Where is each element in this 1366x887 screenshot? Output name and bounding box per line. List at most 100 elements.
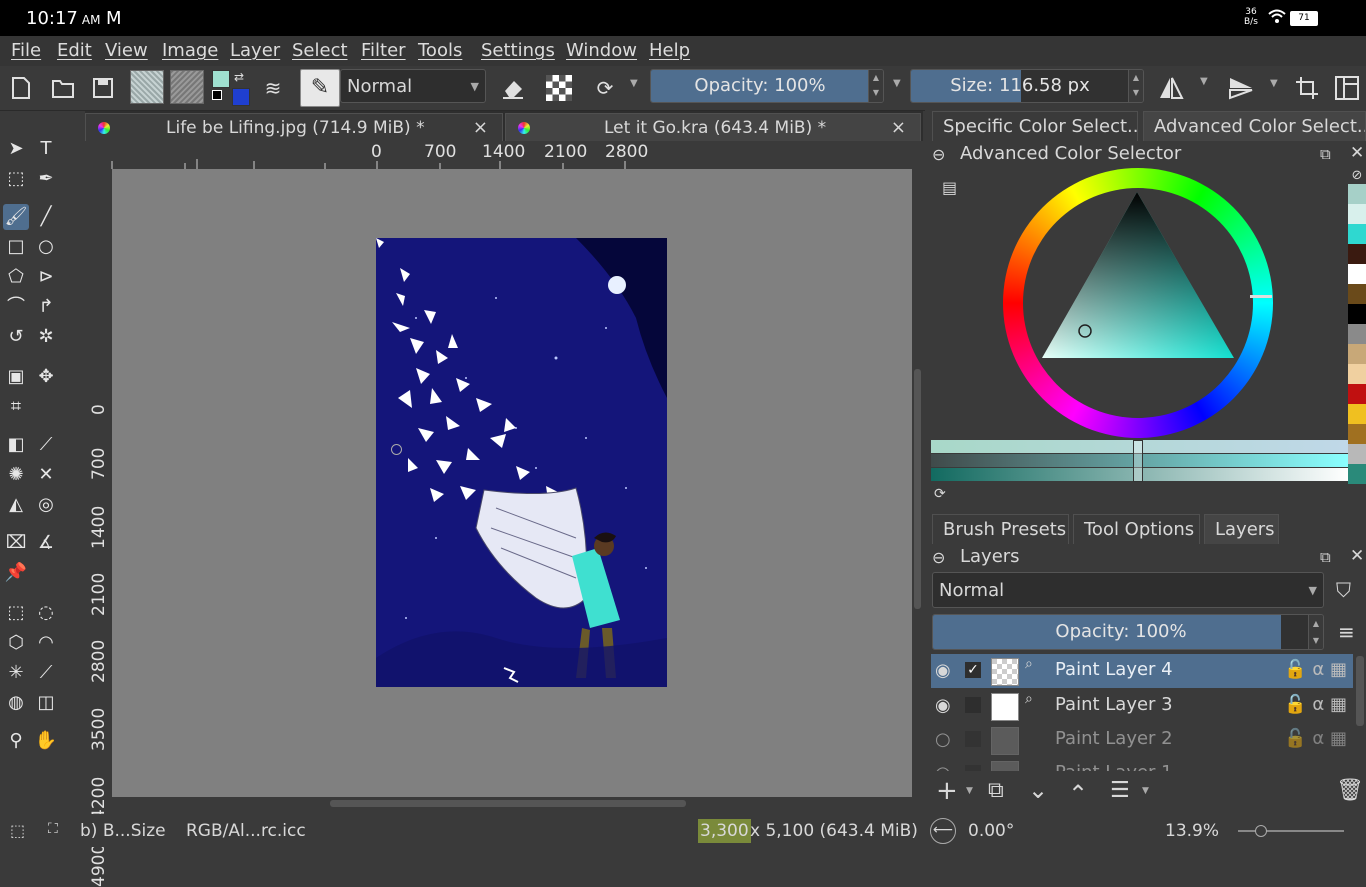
refresh-icon[interactable]: ⟳ xyxy=(934,486,946,502)
menu-file[interactable]: File xyxy=(11,40,41,61)
eraser-icon[interactable] xyxy=(498,73,528,103)
menu-image[interactable]: Image xyxy=(162,40,218,61)
layer-checkbox[interactable] xyxy=(965,697,981,713)
dynamic-brush-icon[interactable]: ↺ xyxy=(3,324,29,350)
ellipse-tool-icon[interactable]: ○ xyxy=(33,234,59,260)
layer-opacity-slider[interactable]: Opacity: 100% ▲ ▼ xyxy=(932,614,1324,650)
color-settings-icon[interactable]: ▤ xyxy=(942,178,957,197)
tab-layers[interactable]: Layers xyxy=(1204,514,1279,544)
polyline-tool-icon[interactable]: ⊳ xyxy=(33,264,59,290)
close-icon[interactable]: × xyxy=(473,114,488,142)
close-icon[interactable]: × xyxy=(891,114,906,142)
freehand-brush-icon[interactable]: 🖌 xyxy=(3,204,29,230)
bezier-select-icon[interactable]: ◍ xyxy=(3,690,29,716)
menu-filter[interactable]: Filter xyxy=(361,40,406,61)
colorize-mask-icon[interactable]: ✕ xyxy=(33,462,59,488)
visibility-eye-icon[interactable]: ◉ xyxy=(935,660,951,681)
rotation-dial-icon[interactable]: ⟵ xyxy=(930,818,956,844)
layer-row-paint-layer-3[interactable]: ◉ ⌕ Paint Layer 3 🔓 α ▦ xyxy=(931,689,1353,723)
layer-checkbox[interactable] xyxy=(965,765,981,771)
filter-icon[interactable]: ⛉ xyxy=(1336,578,1351,602)
pattern-preset-button[interactable] xyxy=(170,70,204,104)
docker-lock-icon[interactable]: ⊖ xyxy=(932,548,945,567)
float-docker-icon[interactable]: ⧉ xyxy=(1320,548,1331,566)
layer-lock-alpha-icons[interactable]: 🔓 α ▦ xyxy=(1284,659,1347,680)
menu-select[interactable]: Select xyxy=(292,40,348,61)
brush-preset-icon[interactable]: ✎ xyxy=(300,69,340,107)
tab-advanced-color-selector[interactable]: Advanced Color Select... xyxy=(1143,111,1366,141)
edit-shapes-icon[interactable]: ⬚ xyxy=(3,166,29,192)
similar-select-icon[interactable]: ⟋ xyxy=(33,660,59,686)
menu-help[interactable]: Help xyxy=(649,40,690,61)
add-layer-icon[interactable]: + xyxy=(936,776,958,806)
chevron-down-icon[interactable]: ▼ xyxy=(630,78,638,89)
layer-lock-alpha-icons[interactable]: 🔓 α ▦ xyxy=(1284,728,1347,749)
fullscreen-icon[interactable]: ⛶ xyxy=(48,821,58,837)
chevron-down-icon[interactable]: ▼ xyxy=(1142,786,1149,796)
menu-tools[interactable]: Tools xyxy=(418,40,462,61)
move-layer-down-icon[interactable]: ⌄ xyxy=(1028,776,1048,804)
calligraphy-icon[interactable]: ✒ xyxy=(33,166,59,192)
ellipse-select-icon[interactable]: ◌ xyxy=(33,600,59,626)
hidden-eye-icon[interactable]: ○ xyxy=(935,729,951,750)
mirror-horizontal-icon[interactable] xyxy=(1156,73,1186,103)
measure-tool-icon[interactable]: ∡ xyxy=(33,530,59,556)
reference-pin-icon[interactable]: 📌 xyxy=(3,560,29,586)
assistant-tool-icon[interactable]: ⌧ xyxy=(3,530,29,556)
magnetic-select-icon[interactable]: ◫ xyxy=(33,690,59,716)
menu-window[interactable]: Window xyxy=(566,40,637,61)
layer-lock-alpha-icons[interactable]: 🔓 α ▦ xyxy=(1284,694,1347,715)
bezier-tool-icon[interactable]: ⌒ xyxy=(3,294,29,320)
reload-preset-icon[interactable]: ⟳ xyxy=(590,73,620,103)
layer-checkbox[interactable] xyxy=(965,731,981,747)
select-shapes-icon[interactable]: ➤ xyxy=(3,136,29,162)
menu-icon[interactable]: ≡ xyxy=(1338,620,1355,644)
enclose-fill-icon[interactable]: ◎ xyxy=(33,492,59,518)
color-history-swatches[interactable]: ⊘ xyxy=(1348,168,1366,498)
open-folder-icon[interactable] xyxy=(48,73,78,103)
doc-tab-life-be-lifing[interactable]: Life be Lifing.jpg (714.9 MiB) * × xyxy=(85,113,503,141)
mirror-vertical-icon[interactable] xyxy=(1226,73,1256,103)
layer-list-scrollbar[interactable] xyxy=(1356,656,1364,726)
artwork-image[interactable] xyxy=(376,238,667,687)
docker-lock-icon[interactable]: ⊖ xyxy=(932,145,945,164)
opacity-slider[interactable]: Opacity: 100% ▲ ▼ xyxy=(650,69,884,103)
gradient-preset-button[interactable] xyxy=(130,70,164,104)
menu-edit[interactable]: Edit xyxy=(57,40,92,61)
horizontal-scrollbar-thumb[interactable] xyxy=(330,800,686,807)
color-slider-handle[interactable] xyxy=(1133,440,1143,482)
magic-wand-icon[interactable]: ✳ xyxy=(3,660,29,686)
transform-tool-icon[interactable]: ▣ xyxy=(3,364,29,390)
zoom-slider-handle[interactable] xyxy=(1255,825,1267,837)
polygon-select-icon[interactable]: ⬡ xyxy=(3,630,29,656)
layer-row-paint-layer-2[interactable]: ○ Paint Layer 2 🔓 α ▦ xyxy=(931,723,1353,757)
color-picker-icon[interactable]: ⟋ xyxy=(33,432,59,458)
float-docker-icon[interactable]: ⧉ xyxy=(1320,145,1331,163)
blending-options-icon[interactable]: ≋ xyxy=(258,73,288,103)
pan-tool-icon[interactable]: ✋ xyxy=(33,728,59,754)
layer-blend-mode-combo[interactable]: Normal ▼ xyxy=(932,572,1324,608)
menu-settings[interactable]: Settings xyxy=(481,40,555,61)
close-icon[interactable]: ✕ xyxy=(1350,143,1364,163)
doc-tab-let-it-go[interactable]: Let it Go.kra (643.4 MiB) * × xyxy=(505,113,921,141)
multibrush-icon[interactable]: ✲ xyxy=(33,324,59,350)
tab-tool-options[interactable]: Tool Options xyxy=(1073,514,1200,544)
chevron-down-icon[interactable]: ▼ xyxy=(1270,78,1278,89)
tab-brush-presets[interactable]: Brush Presets xyxy=(932,514,1069,544)
hidden-eye-icon[interactable]: ○ xyxy=(935,763,951,771)
layer-checkbox[interactable]: ✓ xyxy=(965,662,981,678)
delete-layer-icon[interactable]: 🗑 xyxy=(1336,778,1364,803)
move-tool-icon[interactable]: ✥ xyxy=(33,364,59,390)
zoom-tool-icon[interactable]: ⚲ xyxy=(3,728,29,754)
fg-bg-color-swatch[interactable]: ⇄ xyxy=(212,70,250,106)
rectangle-tool-icon[interactable]: □ xyxy=(3,234,29,260)
freehand-select-icon[interactable]: ◠ xyxy=(33,630,59,656)
horizontal-scrollbar[interactable] xyxy=(112,797,912,809)
fill-tool-icon[interactable]: ◭ xyxy=(3,492,29,518)
close-icon[interactable]: ✕ xyxy=(1350,546,1364,566)
line-tool-icon[interactable]: ╱ xyxy=(33,204,59,230)
layer-properties-icon[interactable]: ☰ xyxy=(1110,778,1130,803)
layer-row-paint-layer-4[interactable]: ◉ ✓ ⌕ Paint Layer 4 🔓 α ▦ xyxy=(931,654,1353,688)
hue-ring-handle[interactable] xyxy=(1250,295,1272,298)
save-icon[interactable] xyxy=(88,73,118,103)
